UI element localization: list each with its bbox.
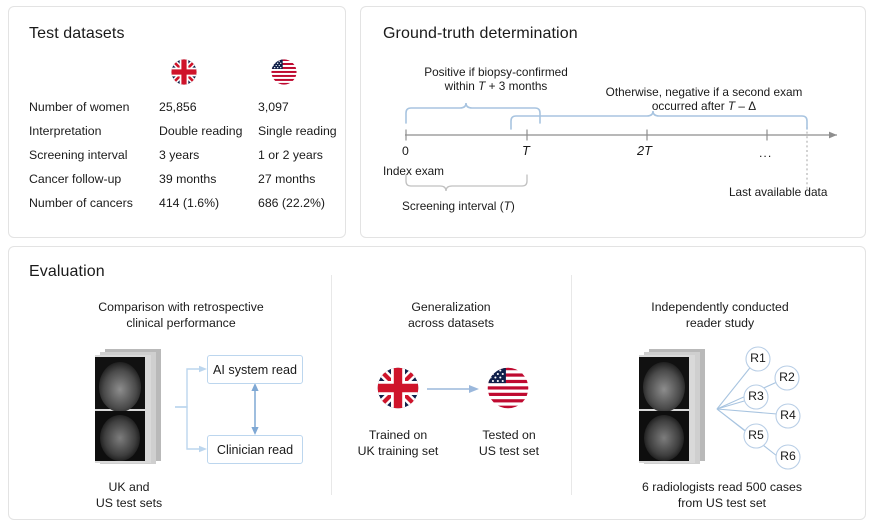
row-value-us: Single reading — [258, 124, 341, 138]
mammogram-stack-comparison — [87, 345, 171, 469]
row-value-uk: 39 months — [159, 172, 258, 186]
table-row: Screening interval 3 years 1 or 2 years — [29, 143, 341, 167]
table-row: Cancer follow-up 39 months 27 months — [29, 167, 341, 191]
column-divider-2 — [571, 275, 572, 495]
index-exam-label: Index exam — [383, 164, 444, 178]
positive-criterion-line2: within T + 3 months — [445, 79, 548, 93]
eval-column-title-comparison: Comparison with retrospective clinical p… — [45, 299, 317, 331]
row-value-us: 27 months — [258, 172, 341, 186]
row-value-uk: 3 years — [159, 148, 258, 162]
row-value-us: 686 (22.2%) — [258, 196, 341, 210]
evaluation-panel: Evaluation Comparison with retrospective… — [8, 246, 866, 520]
last-available-data-label: Last available data — [729, 185, 827, 199]
timeline-axis — [405, 130, 837, 141]
clinician-read-box[interactable]: Clinician read — [207, 435, 303, 464]
column-divider-1 — [331, 275, 332, 495]
reader-label-r1: R1 — [746, 351, 770, 365]
row-label: Interpretation — [29, 124, 159, 138]
negative-criterion-label: Otherwise, negative if a second exam occ… — [559, 85, 849, 113]
row-label: Number of cancers — [29, 196, 159, 210]
ai-system-read-box[interactable]: AI system read — [207, 355, 303, 384]
row-value-us: 3,097 — [258, 100, 341, 114]
uk-flag-icon — [171, 59, 197, 85]
mammogram-stack-reader — [631, 345, 715, 469]
row-value-uk: 414 (1.6%) — [159, 196, 258, 210]
row-label: Number of women — [29, 100, 159, 114]
brace-positive — [406, 103, 540, 123]
datasets-table: Number of women 25,856 3,097 Interpretat… — [29, 95, 341, 215]
axis-tick-2T: 2T — [637, 144, 652, 158]
axis-tick-T: T — [522, 144, 530, 158]
row-value-uk: 25,856 — [159, 100, 258, 114]
generalization-arrow-icon — [425, 381, 483, 397]
caption-reader-study: 6 radiologists read 500 cases from US te… — [597, 479, 847, 511]
ground-truth-panel: Ground-truth determination Positive if b… — [360, 6, 866, 238]
caption-uk-us-test-sets: UK and US test sets — [59, 479, 199, 511]
reader-label-r4: R4 — [776, 408, 800, 422]
row-label: Screening interval — [29, 148, 159, 162]
table-row: Number of cancers 414 (1.6%) 686 (22.2%) — [29, 191, 341, 215]
us-flag-icon — [487, 367, 529, 409]
table-row: Interpretation Double reading Single rea… — [29, 119, 341, 143]
axis-tick-0: 0 — [402, 144, 409, 158]
row-value-uk: Double reading — [159, 124, 258, 138]
reader-label-r3: R3 — [744, 389, 768, 403]
page-title-test-datasets: Test datasets — [29, 25, 125, 43]
axis-tick-ellipsis: ... — [759, 146, 772, 160]
eval-column-title-generalization: Generalization across datasets — [361, 299, 541, 331]
eval-column-title-reader-study: Independently conducted reader study — [605, 299, 835, 331]
page-title-evaluation: Evaluation — [29, 263, 105, 281]
negative-criterion-line2: occurred after T – Δ — [652, 99, 756, 113]
brace-negative — [511, 111, 807, 129]
uk-flag-icon — [377, 367, 419, 409]
row-label: Cancer follow-up — [29, 172, 159, 186]
screening-interval-label: Screening interval (T) — [402, 199, 515, 213]
row-value-us: 1 or 2 years — [258, 148, 341, 162]
reader-label-r6: R6 — [776, 449, 800, 463]
test-datasets-panel: Test datasets — [8, 6, 346, 238]
reader-label-r2: R2 — [775, 370, 799, 384]
caption-tested-on-us: Tested on US test set — [459, 427, 559, 459]
table-row: Number of women 25,856 3,097 — [29, 95, 341, 119]
reader-label-r5: R5 — [744, 428, 768, 442]
us-flag-icon — [271, 59, 297, 85]
caption-trained-on-uk: Trained on UK training set — [339, 427, 457, 459]
